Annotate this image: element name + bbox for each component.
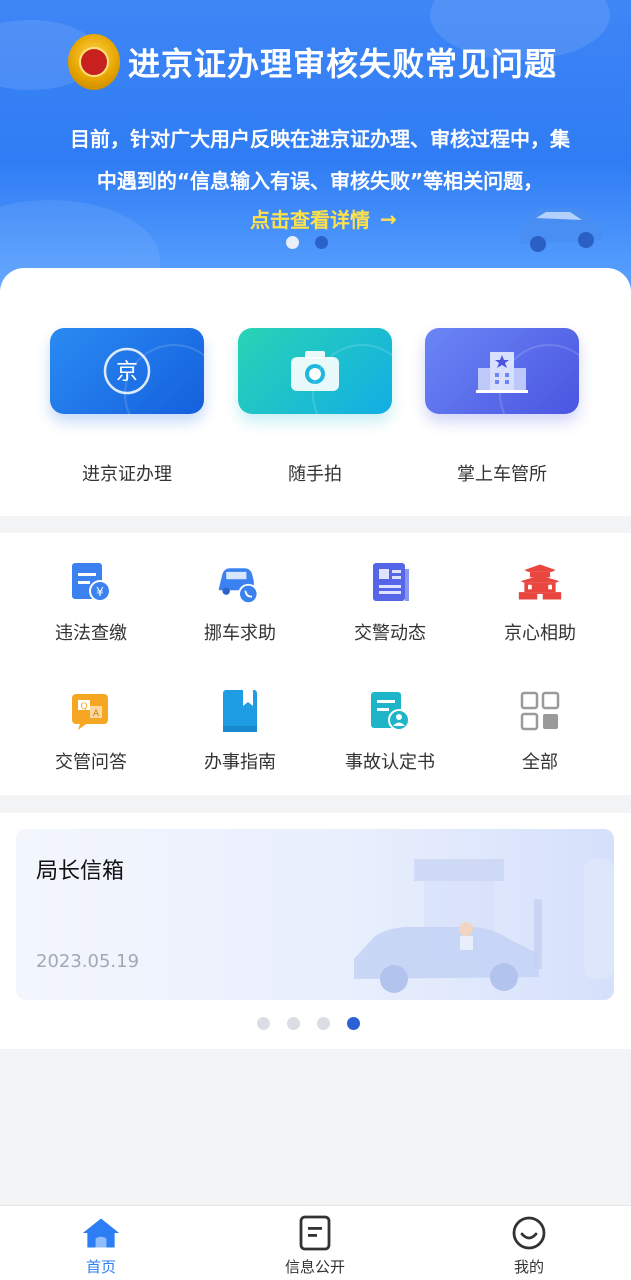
svg-text:Q: Q	[80, 702, 87, 712]
tab-info-public-label: 信息公开	[284, 1258, 345, 1276]
tiananmen-icon	[518, 564, 562, 600]
view-details-link[interactable]: 点击查看详情 →	[250, 204, 397, 233]
svg-text:¥: ¥	[96, 585, 104, 599]
service-label: 全部	[522, 752, 558, 773]
tab-home-label: 首页	[85, 1258, 116, 1276]
fine-payment-icon: ¥	[72, 563, 111, 602]
move-car-icon	[218, 568, 259, 605]
service-label: 违法查缴	[55, 623, 127, 644]
main-features-card: 京 进京证办理 随手拍 掌上车管所	[0, 268, 631, 516]
mailbox-section: 局长信箱 2023.05.19	[0, 813, 631, 1049]
police-emblem-icon	[68, 34, 120, 90]
top-banner[interactable]: 进京证办理审核失败常见问题 目前，针对广大用户反映在进京证办理、审核过程中，集 …	[0, 0, 631, 290]
vehicle-office-label: 掌上车管所	[457, 464, 547, 485]
home-icon	[82, 1218, 120, 1248]
mailbox-date: 2023.05.19	[36, 951, 140, 972]
snapshot-report-button[interactable]	[238, 328, 392, 414]
bottom-tab-bar: 首页 信息公开 我的	[0, 1205, 631, 1280]
mailbox-dot-1[interactable]	[257, 1017, 270, 1030]
service-label: 京心相助	[504, 623, 576, 644]
news-icon	[373, 563, 409, 601]
svg-text:A: A	[93, 709, 100, 719]
banner-pagination	[286, 236, 328, 249]
banner-title: 进京证办理审核失败常见问题	[128, 45, 558, 83]
accident-report-icon	[371, 692, 410, 731]
service-label: 挪车求助	[204, 623, 276, 644]
grid-all-icon	[520, 691, 560, 731]
banner-dot-2[interactable]	[315, 236, 328, 249]
services-grid: ¥ 违法查缴 挪车求助 交警动态 京心相助 Q A 交管问答 办事指南 事故认定…	[0, 533, 631, 795]
vehicle-office-button[interactable]	[425, 328, 579, 414]
jinjingzheng-label: 进京证办理	[82, 464, 172, 485]
tab-mine[interactable]: 我的	[474, 1214, 584, 1277]
mailbox-dot-3[interactable]	[317, 1017, 330, 1030]
service-police-news[interactable]: 交警动态	[315, 559, 465, 645]
view-details-label: 点击查看详情	[250, 208, 370, 232]
banner-description-line-1: 目前，针对广大用户反映在进京证办理、审核过程中，集	[70, 127, 570, 151]
director-mailbox-card[interactable]: 局长信箱 2023.05.19	[16, 829, 614, 1000]
tab-mine-label: 我的	[513, 1258, 544, 1276]
mailbox-dot-4[interactable]	[347, 1017, 360, 1030]
arrow-right-icon: →	[380, 206, 397, 231]
mailbox-dot-2[interactable]	[287, 1017, 300, 1030]
service-label: 交管问答	[55, 752, 127, 773]
banner-dot-1[interactable]	[286, 236, 299, 249]
smiley-icon	[512, 1216, 546, 1250]
mailbox-pagination	[257, 1017, 360, 1030]
car-illustration-icon	[520, 208, 602, 252]
document-icon	[299, 1215, 331, 1251]
service-traffic-qa[interactable]: Q A 交管问答	[16, 688, 166, 774]
service-jingxin-help[interactable]: 京心相助	[465, 559, 615, 645]
service-all[interactable]: 全部	[465, 688, 615, 774]
guide-book-icon	[223, 690, 257, 732]
snapshot-report-label: 随手拍	[288, 464, 342, 485]
tab-home[interactable]: 首页	[46, 1214, 156, 1277]
service-accident-report[interactable]: 事故认定书	[315, 688, 465, 774]
service-move-car[interactable]: 挪车求助	[165, 559, 315, 645]
mailbox-title: 局长信箱	[36, 859, 125, 884]
qa-icon: Q A	[72, 694, 108, 730]
service-violation-payment[interactable]: ¥ 违法查缴	[16, 559, 166, 645]
tab-info-public[interactable]: 信息公开	[260, 1214, 370, 1277]
jinjingzheng-button[interactable]: 京	[50, 328, 204, 414]
service-label: 交警动态	[354, 623, 426, 644]
service-label: 事故认定书	[345, 752, 435, 773]
service-guide[interactable]: 办事指南	[165, 688, 315, 774]
car-station-illustration-icon	[354, 859, 614, 993]
service-label: 办事指南	[204, 752, 276, 773]
